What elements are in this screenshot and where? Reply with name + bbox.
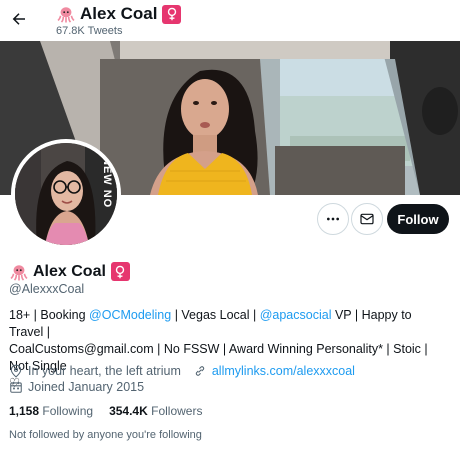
more-options-button[interactable] bbox=[317, 203, 349, 235]
following-link[interactable]: 1,158 Following bbox=[9, 404, 93, 418]
profile-display-name: Alex Coal bbox=[9, 262, 130, 281]
following-count: 1,158 bbox=[9, 404, 40, 418]
tweet-count: 67.8K Tweets bbox=[56, 25, 123, 37]
followers-link[interactable]: 354.4K Followers bbox=[109, 404, 202, 418]
profile-meta-row: In your heart, the left atrium allmylink… bbox=[9, 364, 355, 378]
calendar-icon bbox=[10, 381, 22, 393]
profile-name-text: Alex Coal bbox=[33, 262, 106, 280]
top-bar: Alex Coal 67.8K Tweets bbox=[0, 0, 460, 42]
avatar-overlay-text: NEW NO bbox=[101, 157, 113, 209]
ellipsis-icon bbox=[327, 217, 339, 221]
follow-stats: 1,158 Following 354.4K Followers bbox=[9, 404, 202, 418]
following-label: Following bbox=[42, 404, 94, 418]
profile-handle: @AlexxxCoal bbox=[9, 282, 85, 296]
followers-label: Followers bbox=[151, 404, 203, 418]
arrow-left-icon bbox=[12, 13, 25, 25]
link-icon bbox=[195, 366, 205, 376]
octopus-emoji bbox=[9, 262, 28, 281]
location-text: In your heart, the left atrium bbox=[28, 364, 181, 378]
bio-text: 18+ | Booking bbox=[9, 308, 90, 322]
bio-text: | Vegas Local | bbox=[171, 308, 260, 322]
followers-count: 354.4K bbox=[109, 404, 148, 418]
followed-by-note: Not followed by anyone you're following bbox=[9, 429, 202, 441]
mention-link[interactable]: @apacsocial bbox=[260, 308, 332, 322]
envelope-icon bbox=[360, 213, 374, 225]
octopus-emoji bbox=[56, 5, 75, 24]
follow-button[interactable]: Follow bbox=[387, 204, 449, 234]
female-sign-emoji bbox=[162, 4, 182, 24]
message-button[interactable] bbox=[351, 203, 383, 235]
location-pin-icon bbox=[10, 364, 22, 378]
mention-link[interactable]: @OCModeling bbox=[89, 308, 171, 322]
back-button[interactable] bbox=[6, 6, 32, 32]
header-display-name: Alex Coal bbox=[80, 4, 158, 23]
female-sign-emoji bbox=[110, 262, 130, 281]
website-link[interactable]: allmylinks.com/alexxxcoal bbox=[212, 364, 355, 378]
header-title: Alex Coal bbox=[56, 4, 182, 24]
joined-text: Joined January 2015 bbox=[28, 380, 145, 394]
avatar[interactable]: NEW NO bbox=[11, 139, 121, 249]
profile-meta-row: Joined January 2015 bbox=[9, 380, 144, 394]
